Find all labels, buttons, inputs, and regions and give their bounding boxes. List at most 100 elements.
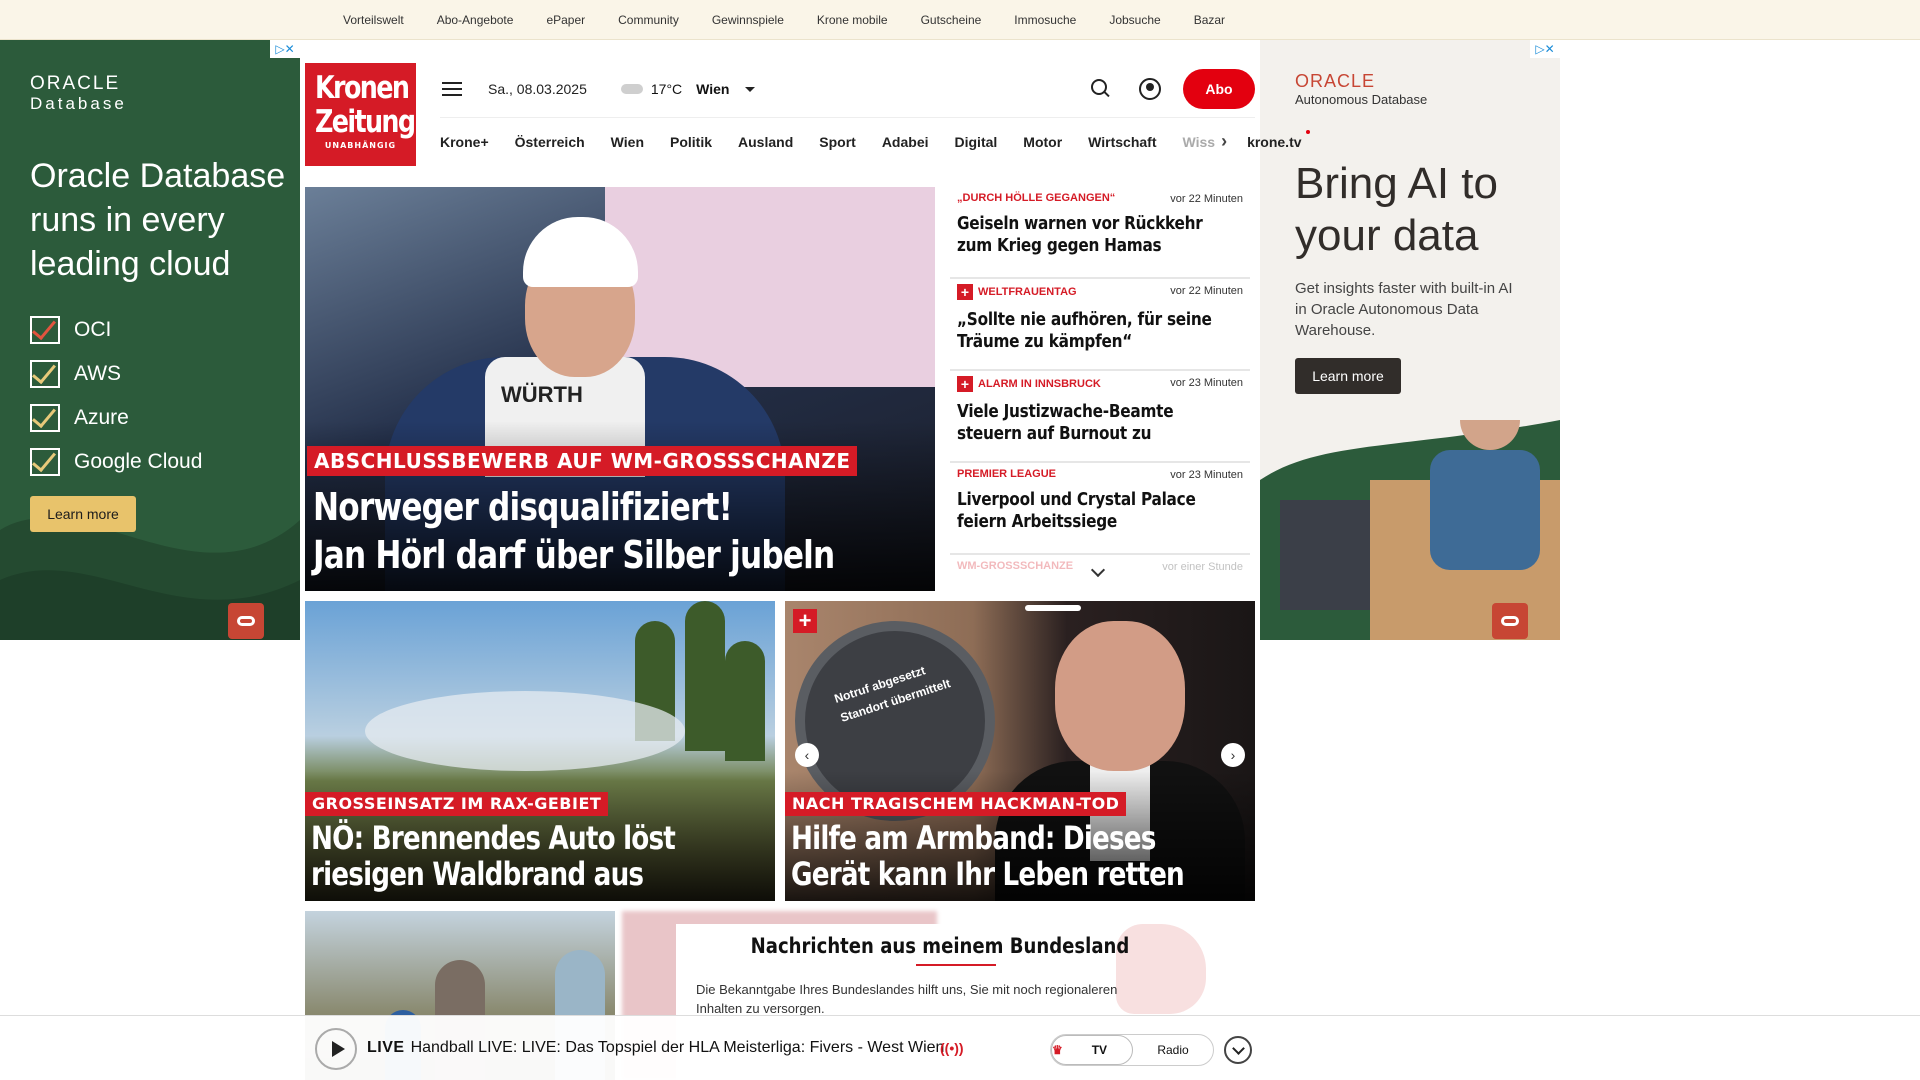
nav-item-sport[interactable]: Sport (819, 134, 856, 150)
news-time: vor 22 Minuten (1170, 285, 1243, 297)
nav-item-kroneplus[interactable]: Krone+ (440, 134, 489, 150)
news-title[interactable]: „Sollte nie aufhören, für seine Träume z… (957, 309, 1238, 353)
bundesland-text: Die Bekanntgabe Ihres Bundeslandes hilft… (696, 982, 1118, 1016)
link-gutscheine[interactable]: Gutscheine (921, 13, 982, 27)
ad-subtext: Get insights faster with built-in AI in … (1295, 280, 1513, 339)
nav-item-wirtschaft[interactable]: Wirtschaft (1088, 134, 1156, 150)
hero-headline[interactable]: Norweger disqualifiziert! Jan Hörl darf … (313, 483, 935, 579)
chevron-down-icon[interactable] (745, 86, 756, 92)
play-icon[interactable] (315, 1028, 357, 1070)
checkbox-icon (30, 448, 60, 476)
logo-line-2: Zeitung (314, 104, 416, 140)
news-time: vor 23 Minuten (1170, 469, 1243, 481)
search-icon[interactable] (1091, 79, 1111, 99)
list-item[interactable]: + ALARM IN INNSBRUCK vor 23 Minuten Viele… (950, 371, 1250, 463)
nav-item-politik[interactable]: Politik (670, 134, 712, 150)
hero-bib-text: WÜRTH (501, 382, 583, 407)
tv-tab[interactable]: ♛ TV (1051, 1035, 1133, 1065)
ad-list-item: OCI (30, 308, 202, 352)
cloud-icon (620, 84, 643, 94)
chevron-right-icon[interactable]: › (1221, 131, 1227, 152)
link-krone-mobile[interactable]: Krone mobile (817, 13, 888, 27)
ad-choices-icon[interactable]: ▷✕ (1530, 40, 1560, 58)
image-tree (685, 601, 725, 751)
card-headline-line-1: NÖ: Brennendes Auto löst (311, 819, 676, 857)
ad-brand-sub: Autonomous Database (1295, 92, 1428, 107)
card-headline[interactable]: NÖ: Brennendes Auto löst riesigen Waldbr… (311, 820, 770, 892)
ad-list-item: AWS (30, 352, 202, 396)
notification-dot (1305, 129, 1310, 134)
link-gewinnspiele[interactable]: Gewinnspiele (712, 13, 784, 27)
hero-article[interactable]: WÜRTH ABSCHLUSSBEWERB AUF WM-GROSSSCHANZ… (305, 187, 935, 591)
ad-brand-name: ORACLE (1295, 71, 1376, 91)
ad-left-oracle[interactable]: ▷✕ ORACLE Database Oracle Database runs i… (0, 40, 300, 640)
utility-bar: Vorteilswelt Abo-Angebote ePaper Communi… (0, 0, 1920, 40)
article-card-waldbrand[interactable]: GROSSEINSATZ IM RAX-GEBIET NÖ: Brennende… (305, 601, 775, 901)
news-time: vor 23 Minuten (1170, 377, 1243, 389)
ad-learn-more-button[interactable]: Learn more (1295, 358, 1401, 394)
list-item[interactable]: PREMIER LEAGUE vor 23 Minuten Liverpool … (950, 463, 1250, 555)
main-navigation: Krone+ Österreich Wien Politik Ausland S… (440, 117, 1310, 165)
link-community[interactable]: Community (618, 13, 679, 27)
site-header: Sa., 08.03.2025 17°C Wien Abo (430, 63, 1255, 115)
ad-learn-more-button[interactable]: Learn more (30, 496, 136, 532)
card-kicker: GROSSEINSATZ IM RAX-GEBIET (305, 792, 609, 816)
ad-choices-icon[interactable]: ▷✕ (270, 40, 300, 58)
link-vorteilswelt[interactable]: Vorteilswelt (343, 13, 404, 27)
live-ticker[interactable]: LIVE Handball LIVE: LIVE: Das Topspiel de… (367, 1039, 944, 1057)
header-actions: Abo (1091, 69, 1255, 109)
city-selector[interactable]: Wien (696, 81, 729, 97)
ad-item-label: Azure (74, 406, 129, 429)
image-tree (725, 641, 765, 761)
card-headline-line-2: riesigen Waldbrand aus (311, 855, 644, 893)
news-title[interactable]: Viele Justizwache-Beamte steuern auf Bur… (957, 401, 1238, 445)
news-time: vor 22 Minuten (1170, 193, 1243, 205)
list-item[interactable]: „DURCH HÖLLE GEGANGEN“ vor 22 Minuten Ge… (950, 187, 1250, 279)
nav-item-wien[interactable]: Wien (611, 134, 644, 150)
user-account-icon[interactable] (1139, 78, 1161, 100)
checkbox-icon (30, 404, 60, 432)
tv-radio-toggle[interactable]: ♛ TV Radio (1050, 1034, 1214, 1066)
article-card-armband[interactable]: Notruf abgesetzt Standort übermittelt + … (785, 601, 1255, 901)
nav-item-ausland[interactable]: Ausland (738, 134, 793, 150)
link-epaper[interactable]: ePaper (546, 13, 585, 27)
nav-item-motor[interactable]: Motor (1023, 134, 1062, 150)
ad-item-label: Google Cloud (74, 450, 203, 473)
kronen-zeitung-logo[interactable]: Kronen Zeitung UNABHÄNGIG (305, 63, 416, 166)
card-kicker: NACH TRAGISCHEM HACKMAN-TOD (785, 792, 1127, 816)
latest-news-list: „DURCH HÖLLE GEGANGEN“ vor 22 Minuten Ge… (950, 187, 1250, 587)
broadcast-icon: ((•)) (940, 1040, 964, 1056)
chevron-down-icon[interactable] (1224, 1036, 1252, 1064)
nav-item-wissen[interactable]: Wiss (1183, 134, 1216, 150)
chevron-left-icon[interactable]: ‹ (795, 743, 819, 767)
card-headline-line-1: Hilfe am Armband: Dieses (791, 819, 1156, 857)
chevron-right-icon[interactable]: › (1221, 743, 1245, 767)
link-jobsuche[interactable]: Jobsuche (1109, 13, 1160, 27)
nav-item-oesterreich[interactable]: Österreich (515, 134, 585, 150)
radio-tab[interactable]: Radio (1133, 1035, 1213, 1065)
news-title[interactable]: Liverpool und Crystal Palace feiern Arbe… (957, 489, 1238, 533)
abo-button[interactable]: Abo (1183, 69, 1255, 109)
nav-item-digital[interactable]: Digital (955, 134, 998, 150)
logo-tagline: UNABHÄNGIG (324, 141, 397, 150)
news-tag-label: WELTFRAUENTAG (978, 286, 1077, 298)
link-immosuche[interactable]: Immosuche (1014, 13, 1076, 27)
ad-list-item: Azure (30, 396, 202, 440)
krone-plus-icon: + (957, 284, 973, 300)
menu-icon[interactable] (442, 82, 462, 96)
news-title[interactable]: Geiseln warnen vor Rückkehr zum Krieg ge… (957, 213, 1238, 257)
ad-item-label: OCI (74, 318, 112, 341)
nav-item-adabei[interactable]: Adabei (882, 134, 929, 150)
hero-headline-line-2: Jan Hörl darf über Silber jubeln (313, 533, 835, 577)
title-underline (916, 964, 996, 966)
ad-right-oracle[interactable]: ▷✕ ORACLE Autonomous Database Bring AI to… (1260, 40, 1560, 640)
ad-headline: Oracle Database runs in every leading cl… (30, 157, 286, 283)
tv-label: TV (1091, 1043, 1108, 1057)
logo-line-1: Kronen (314, 70, 410, 106)
link-bazar[interactable]: Bazar (1194, 13, 1225, 27)
ad-headline: Bring AI to your data (1295, 159, 1499, 260)
nav-item-kronetv[interactable]: krone.tv (1247, 129, 1310, 150)
list-item[interactable]: + WELTFRAUENTAG vor 22 Minuten „Sollte ni… (950, 279, 1250, 371)
link-abo-angebote[interactable]: Abo-Angebote (437, 13, 514, 27)
card-headline[interactable]: Hilfe am Armband: Dieses Gerät kann Ihr … (791, 820, 1250, 892)
